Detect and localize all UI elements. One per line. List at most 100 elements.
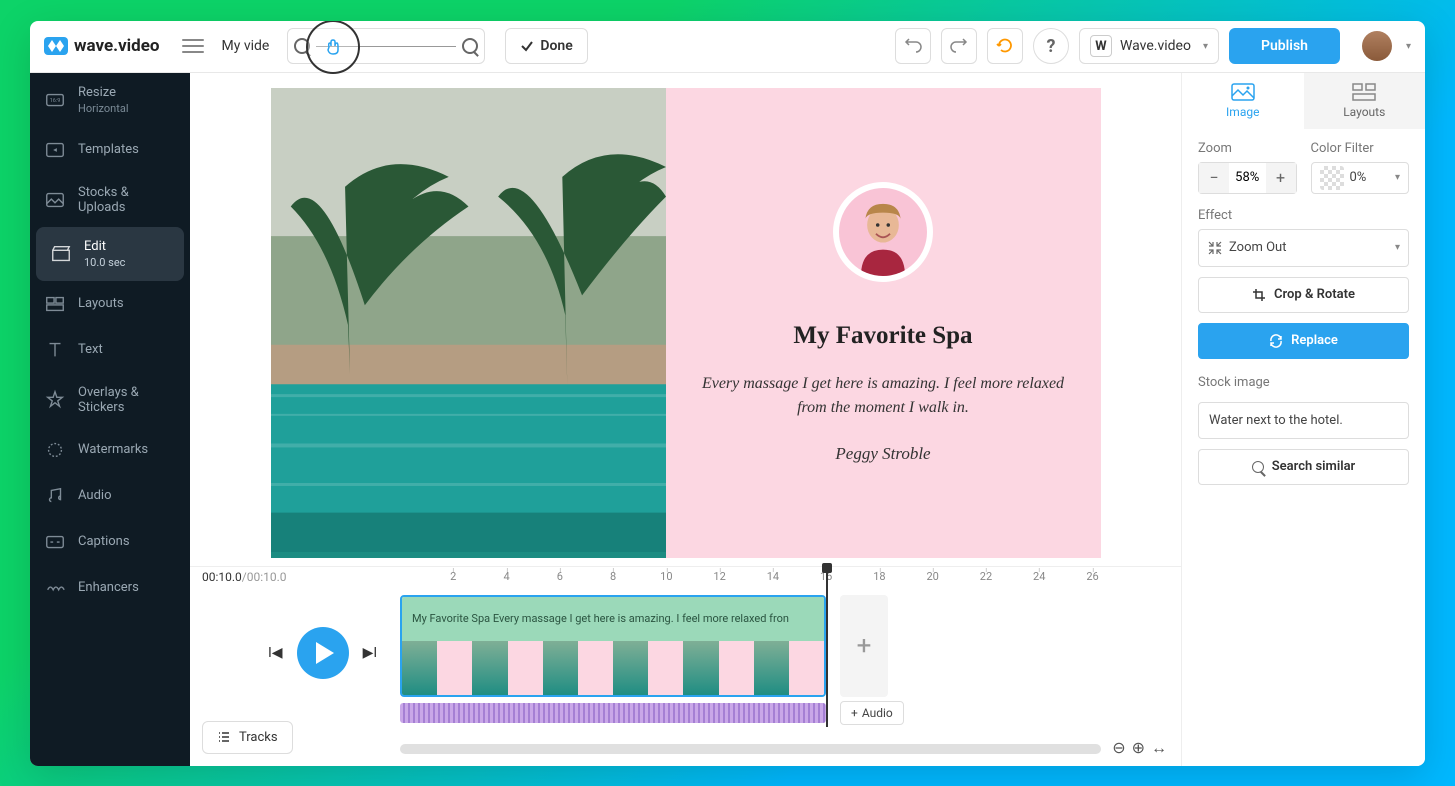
clip-caption: My Favorite Spa Every massage I get here… — [402, 597, 824, 641]
zoom-stepper[interactable]: − 58% + — [1198, 162, 1297, 194]
refresh-icon — [1269, 334, 1283, 348]
done-button[interactable]: Done — [505, 28, 587, 64]
chevron-down-icon: ▾ — [1395, 242, 1400, 253]
sidebar-item-templates[interactable]: Templates — [30, 127, 190, 173]
clapper-icon — [50, 243, 72, 265]
canvas[interactable]: My Favorite Spa Every massage I get here… — [190, 73, 1181, 566]
stock-image-input[interactable] — [1198, 402, 1409, 439]
redo-icon — [950, 37, 968, 55]
workspace-label: Wave.video — [1120, 38, 1191, 54]
left-sidebar: 16:9 ResizeHorizontal Templates Stocks &… — [30, 73, 190, 766]
hand-icon — [323, 37, 343, 57]
crop-icon — [1252, 288, 1266, 302]
colorfilter-label: Color Filter — [1311, 141, 1410, 156]
tracks-button[interactable]: Tracks — [202, 721, 293, 754]
list-icon — [217, 730, 231, 744]
top-bar: wave.video My vide Done ? — [30, 21, 1425, 73]
redo-button[interactable] — [941, 28, 977, 64]
tl-zoom-in-icon[interactable]: ⊕ — [1132, 738, 1145, 758]
sidebar-item-layouts[interactable]: Layouts — [30, 281, 190, 327]
layouts-icon — [1352, 83, 1376, 101]
stock-label: Stock image — [1198, 375, 1409, 390]
timeline-zoom-controls: ⊖ ⊕ ↔ — [1112, 738, 1167, 758]
tab-layouts[interactable]: Layouts — [1304, 73, 1426, 129]
image-icon — [1231, 83, 1255, 101]
workspace-badge: W — [1090, 35, 1112, 57]
effect-label: Effect — [1198, 208, 1409, 223]
timeline: 00:10.0/00:10.0 2 4 6 8 10 12 14 16 18 2… — [190, 566, 1181, 766]
brand-text: wave.video — [74, 36, 160, 56]
zoom-in-icon[interactable] — [462, 38, 478, 54]
right-panel-body: Zoom − 58% + Color Filter 0% ▾ — [1182, 129, 1425, 497]
refresh-icon — [996, 37, 1014, 55]
playhead[interactable] — [826, 567, 828, 727]
play-controls: І◀ ▶І — [268, 627, 377, 679]
zoom-plus-button[interactable]: + — [1266, 163, 1296, 193]
menu-icon[interactable] — [182, 39, 204, 53]
captions-icon — [44, 531, 66, 553]
sidebar-item-edit[interactable]: Edit10.0 sec — [36, 227, 184, 281]
frame-right-content[interactable]: My Favorite Spa Every massage I get here… — [666, 88, 1101, 558]
timeline-ruler[interactable]: 2 4 6 8 10 12 14 16 18 20 22 24 26 — [400, 570, 1161, 588]
aspect-ratio-icon: 16:9 — [44, 89, 66, 111]
chevron-down-icon[interactable]: ▾ — [1406, 41, 1411, 52]
tl-zoom-out-icon[interactable]: ⊖ — [1112, 738, 1125, 758]
sidebar-item-audio[interactable]: Audio — [30, 473, 190, 519]
prev-button[interactable]: І◀ — [268, 645, 283, 661]
add-audio-button[interactable]: +Audio — [840, 701, 904, 725]
workspace-dropdown[interactable]: W Wave.video ▾ — [1079, 28, 1219, 64]
sidebar-item-stocks[interactable]: Stocks & Uploads — [30, 173, 190, 227]
chevron-down-icon: ▾ — [1203, 41, 1208, 52]
layouts-icon — [44, 293, 66, 315]
tab-image[interactable]: Image — [1182, 73, 1304, 129]
project-name[interactable]: My vide — [222, 38, 270, 54]
zoom-label: Zoom — [1198, 141, 1297, 156]
sidebar-item-captions[interactable]: Captions — [30, 519, 190, 565]
video-clip[interactable]: My Favorite Spa Every massage I get here… — [400, 595, 826, 697]
author-photo — [833, 182, 933, 282]
search-icon — [1252, 461, 1264, 473]
zoom-slider-group[interactable] — [287, 28, 485, 64]
video-frame[interactable]: My Favorite Spa Every massage I get here… — [271, 88, 1101, 558]
colorfilter-select[interactable]: 0% ▾ — [1311, 162, 1410, 194]
play-button[interactable] — [297, 627, 349, 679]
sidebar-item-text[interactable]: Text — [30, 327, 190, 373]
search-similar-button[interactable]: Search similar — [1198, 449, 1409, 485]
question-icon: ? — [1046, 36, 1055, 57]
wave-logo-icon — [44, 37, 68, 55]
next-button[interactable]: ▶І — [363, 645, 378, 661]
sidebar-item-watermarks[interactable]: Watermarks — [30, 427, 190, 473]
user-avatar[interactable] — [1362, 31, 1392, 61]
spa-body: Every massage I get here is amazing. I f… — [686, 372, 1081, 420]
zoom-minus-button[interactable]: − — [1199, 163, 1229, 193]
time-indicator: 00:10.0/00:10.0 — [202, 570, 287, 584]
sidebar-item-resize[interactable]: 16:9 ResizeHorizontal — [30, 73, 190, 127]
enhancers-icon — [44, 577, 66, 599]
publish-button[interactable]: Publish — [1229, 28, 1340, 64]
audio-track[interactable] — [400, 703, 826, 723]
brand-logo[interactable]: wave.video — [44, 36, 160, 56]
tl-fit-icon[interactable]: ↔ — [1151, 738, 1167, 758]
spa-photo — [271, 88, 666, 552]
spa-author: Peggy Stroble — [835, 444, 930, 464]
music-icon — [44, 485, 66, 507]
sidebar-item-enhancers[interactable]: Enhancers — [30, 565, 190, 611]
timeline-scrollbar[interactable] — [400, 744, 1101, 754]
frame-left-image[interactable] — [271, 88, 666, 558]
zoom-value: 58% — [1229, 170, 1266, 185]
refresh-button[interactable] — [987, 28, 1023, 64]
star-icon — [44, 389, 66, 411]
clip-area: My Favorite Spa Every massage I get here… — [400, 595, 1161, 725]
undo-button[interactable] — [895, 28, 931, 64]
templates-icon — [44, 139, 66, 161]
image-icon — [44, 189, 66, 211]
crop-rotate-button[interactable]: Crop & Rotate — [1198, 277, 1409, 313]
body: 16:9 ResizeHorizontal Templates Stocks &… — [30, 73, 1425, 766]
effect-select[interactable]: Zoom Out ▾ — [1198, 229, 1409, 267]
text-icon — [44, 339, 66, 361]
sidebar-item-overlays[interactable]: Overlays & Stickers — [30, 373, 190, 427]
replace-button[interactable]: Replace — [1198, 323, 1409, 359]
add-clip-button[interactable]: + — [840, 595, 888, 697]
right-panel-tabs: Image Layouts — [1182, 73, 1425, 129]
help-button[interactable]: ? — [1033, 28, 1069, 64]
